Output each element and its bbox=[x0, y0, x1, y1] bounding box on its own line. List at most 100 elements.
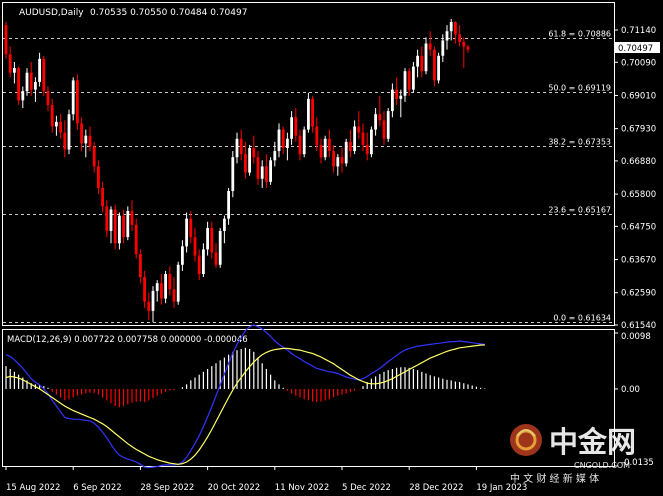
price-tick-label-4: 0.66880 bbox=[621, 157, 656, 167]
candle-8 bbox=[38, 52, 41, 87]
macd-lines bbox=[5, 324, 485, 469]
candle-5 bbox=[25, 68, 29, 96]
candle-109 bbox=[462, 37, 466, 69]
fib-label-3: 23.6 = 0.65167 bbox=[548, 206, 611, 215]
candle-64 bbox=[273, 141, 277, 167]
candle-32 bbox=[139, 249, 142, 284]
candle-63 bbox=[269, 157, 272, 185]
candle-99 bbox=[420, 46, 424, 78]
macd-tick-label-0: 0.0098 bbox=[621, 332, 651, 342]
price-tick-label-7: 0.63670 bbox=[621, 256, 656, 266]
price-axis: 0.71140 0.70090 0.69010 0.67930 0.66880 0.658… bbox=[614, 26, 656, 331]
candle-91 bbox=[386, 108, 390, 142]
watermark-name: 中金网 bbox=[549, 425, 636, 459]
fib-label-2: 38.2 = 0.67353 bbox=[548, 138, 611, 147]
macd-label: MACD(12,26,9) 0.007722 0.007758 0.000000… bbox=[7, 335, 248, 345]
cngold-logo-icon bbox=[510, 424, 542, 456]
candle-65 bbox=[277, 123, 281, 158]
candle-107 bbox=[454, 21, 457, 44]
price-tick-label-3: 0.67930 bbox=[621, 125, 656, 135]
candle-57 bbox=[244, 141, 247, 179]
candle-46 bbox=[197, 249, 201, 281]
watermark-slogan: 中 文 财 经 新 媒 体 bbox=[510, 472, 599, 485]
candle-70 bbox=[298, 129, 302, 161]
candle-61 bbox=[260, 160, 264, 188]
candle-3 bbox=[17, 66, 20, 105]
candle-49 bbox=[210, 221, 214, 259]
price-tick-label-6: 0.64750 bbox=[621, 222, 656, 232]
candle-13 bbox=[59, 114, 62, 139]
candle-72 bbox=[307, 92, 310, 133]
candle-54 bbox=[231, 151, 235, 198]
candle-38 bbox=[164, 270, 167, 304]
candle-66 bbox=[281, 126, 285, 155]
candle-53 bbox=[227, 187, 230, 225]
candle-106 bbox=[449, 18, 453, 41]
candle-4 bbox=[21, 86, 25, 109]
candle-95 bbox=[403, 68, 407, 102]
candle-2 bbox=[13, 61, 16, 84]
candle-68 bbox=[290, 111, 293, 145]
candle-12 bbox=[55, 115, 58, 136]
candle-110 bbox=[466, 45, 470, 53]
fib-label-4: 0.0 = 0.61634 bbox=[553, 314, 611, 323]
cngold-watermark: 中金网 CNGOLD.COM 中 文 财 经 新 媒 体 bbox=[510, 424, 636, 485]
candle-76 bbox=[323, 135, 327, 161]
candle-51 bbox=[218, 227, 222, 268]
candle-43 bbox=[185, 212, 188, 253]
candle-101 bbox=[428, 31, 432, 56]
candle-55 bbox=[235, 132, 239, 164]
candle-77 bbox=[328, 129, 331, 158]
macd-tick-label-1: 0.00 bbox=[621, 385, 640, 395]
candle-50 bbox=[214, 243, 218, 268]
candle-15 bbox=[67, 109, 71, 155]
candle-41 bbox=[176, 261, 180, 305]
candle-40 bbox=[172, 277, 176, 308]
price-tick-label-9: 0.61540 bbox=[621, 321, 656, 331]
candle-25 bbox=[109, 206, 113, 244]
time-axis: 15 Aug 2022 6 Sep 2022 28 Sep 2022 20 Oct 2… bbox=[5, 466, 527, 493]
candle-81 bbox=[344, 138, 348, 167]
fib-grid: 61.8 = 0.70886 50.0 = 0.69119 38.2 = 0.673… bbox=[3, 30, 614, 323]
candle-31 bbox=[134, 218, 138, 259]
fib-label-1: 50.0 = 0.69119 bbox=[548, 84, 611, 93]
candle-84 bbox=[357, 111, 361, 139]
candle-103 bbox=[437, 52, 440, 84]
candle-80 bbox=[340, 148, 344, 173]
price-tick-label-0: 0.71140 bbox=[621, 26, 656, 36]
candle-26 bbox=[113, 204, 117, 250]
candle-14 bbox=[63, 120, 67, 158]
candle-59 bbox=[252, 135, 256, 164]
candle-37 bbox=[160, 273, 163, 305]
time-label-1: 6 Sep 2022 bbox=[73, 483, 121, 493]
price-tick-label-8: 0.62590 bbox=[621, 289, 656, 299]
candle-102 bbox=[433, 46, 436, 87]
candle-88 bbox=[374, 108, 377, 136]
price-tick-label-1: 0.70090 bbox=[621, 58, 656, 68]
price-tick-label-5: 0.65800 bbox=[621, 190, 656, 200]
candle-48 bbox=[206, 221, 209, 256]
candle-34 bbox=[147, 292, 151, 321]
candle-22 bbox=[97, 160, 100, 195]
candle-100 bbox=[424, 37, 428, 75]
fib-label-0: 61.8 = 0.70886 bbox=[548, 30, 611, 39]
candle-27 bbox=[118, 212, 121, 250]
candle-79 bbox=[336, 154, 340, 176]
candle-39 bbox=[168, 266, 172, 296]
candle-60 bbox=[256, 151, 260, 185]
candle-93 bbox=[395, 77, 398, 105]
candle-52 bbox=[223, 215, 226, 244]
candle-16 bbox=[71, 77, 75, 121]
candle-36 bbox=[155, 280, 159, 302]
candle-71 bbox=[302, 126, 306, 158]
macd-histogram bbox=[5, 347, 486, 408]
chart-canvas: AUDUSD,Daily 0.70535 0.70550 0.70484 0.7… bbox=[2, 2, 660, 493]
watermark-domain: CNGOLD.COM bbox=[574, 461, 630, 470]
candle-0 bbox=[4, 22, 8, 59]
candle-69 bbox=[294, 108, 298, 142]
candle-1 bbox=[8, 46, 12, 78]
candle-105 bbox=[445, 25, 449, 50]
candle-30 bbox=[130, 200, 134, 231]
candle-108 bbox=[458, 25, 461, 47]
candle-82 bbox=[349, 129, 352, 158]
